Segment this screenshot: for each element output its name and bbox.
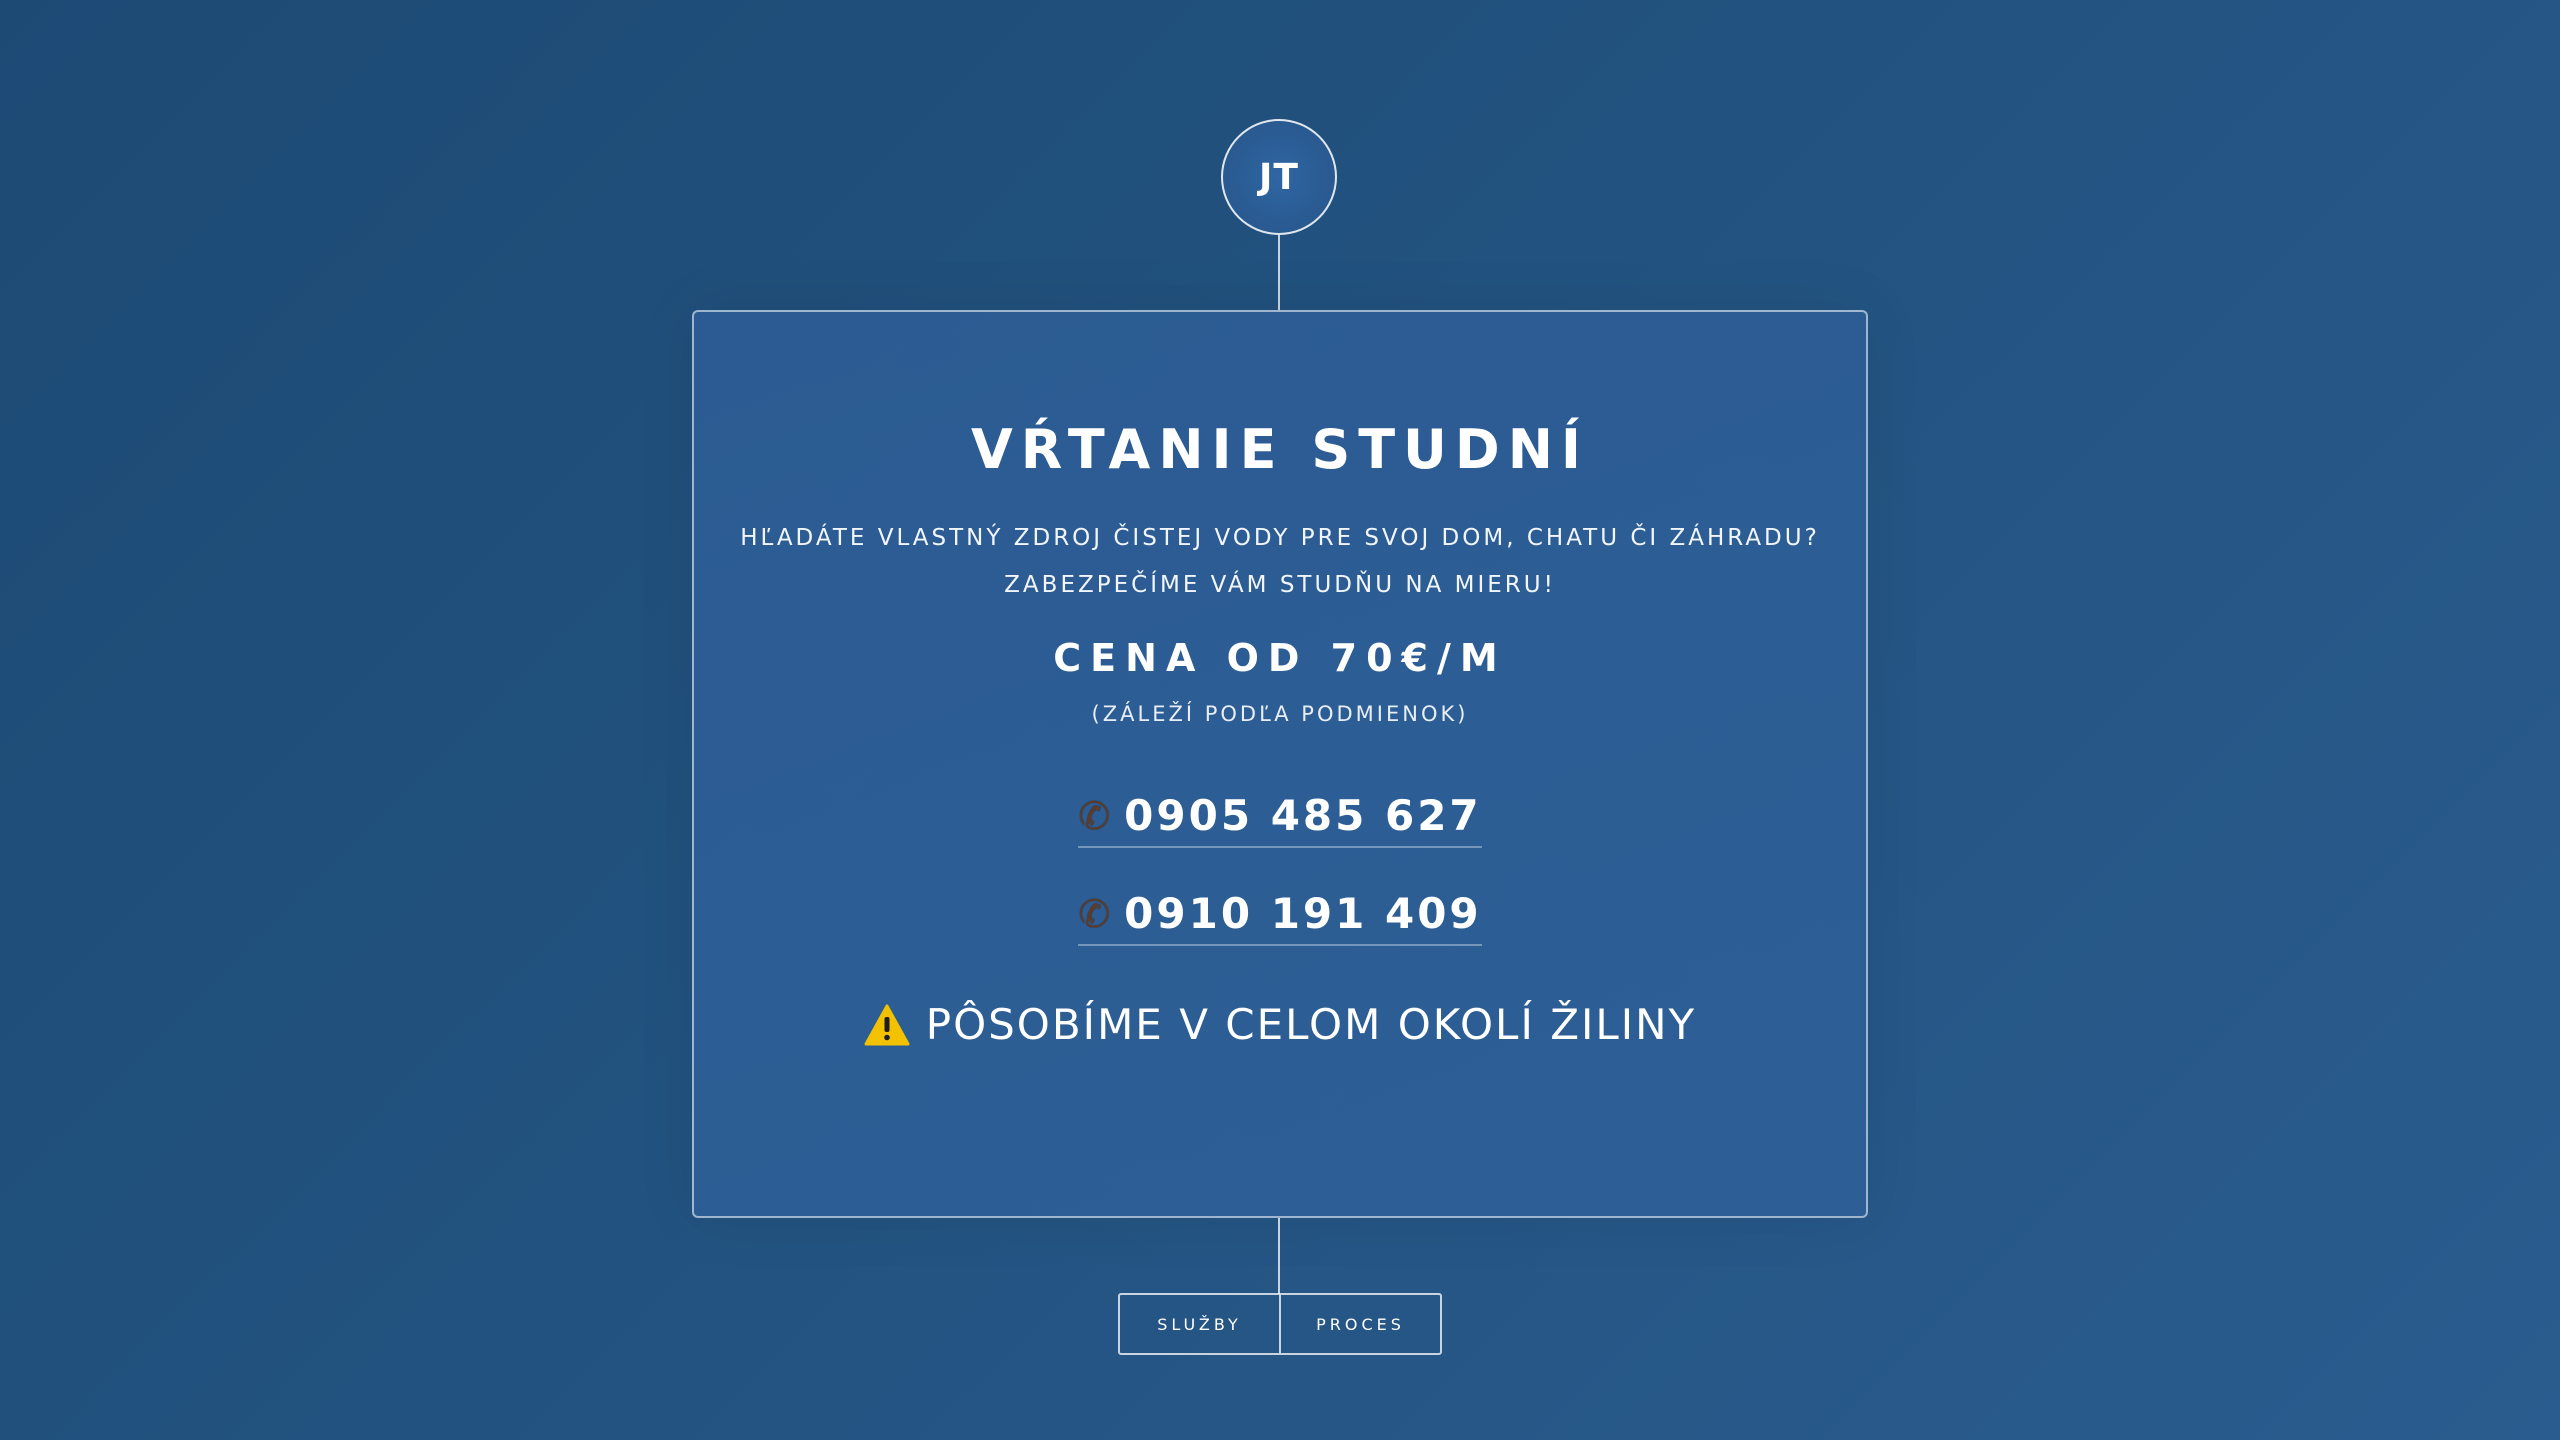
logo-initials: JT xyxy=(1259,156,1299,198)
phone-icon: ✆ xyxy=(1078,892,1111,936)
phone-link-2[interactable]: ✆ 0910 191 409 xyxy=(1078,888,1482,946)
phone-number-2: 0910 191 409 xyxy=(1124,889,1482,938)
service-area: PÔSOBÍME V CELOM OKOLÍ ŽILINY xyxy=(0,996,2560,1054)
connector-line-bottom xyxy=(1278,1218,1280,1294)
phone-icon: ✆ xyxy=(1078,794,1111,838)
phone-number-1: 0905 485 627 xyxy=(1124,791,1482,840)
subtitle-line-1: HĽADÁTE VLASTNÝ ZDROJ ČISTEJ VODY PRE SV… xyxy=(740,525,1820,551)
logo-badge: JT xyxy=(1221,119,1337,235)
price-label: CENA OD 70€/M xyxy=(1053,636,1507,680)
service-area-text: PÔSOBÍME V CELOM OKOLÍ ŽILINY xyxy=(925,1000,1697,1049)
section-nav: SLUŽBY PROCES xyxy=(1118,1293,1442,1355)
nav-button-sluzby[interactable]: SLUŽBY xyxy=(1120,1295,1279,1353)
nav-button-proces[interactable]: PROCES xyxy=(1279,1295,1440,1353)
page-title: VŔTANIE STUDNÍ xyxy=(970,418,1590,481)
subtitle-line-2: ZABEZPEČÍME VÁM STUDŇU NA MIERU! xyxy=(1004,572,1556,598)
warning-icon xyxy=(864,1004,910,1046)
price-note: (ZÁLEŽÍ PODĽA PODMIENOK) xyxy=(1091,702,1469,726)
phone-link-1[interactable]: ✆ 0905 485 627 xyxy=(1078,790,1482,848)
connector-line-top xyxy=(1278,235,1280,311)
